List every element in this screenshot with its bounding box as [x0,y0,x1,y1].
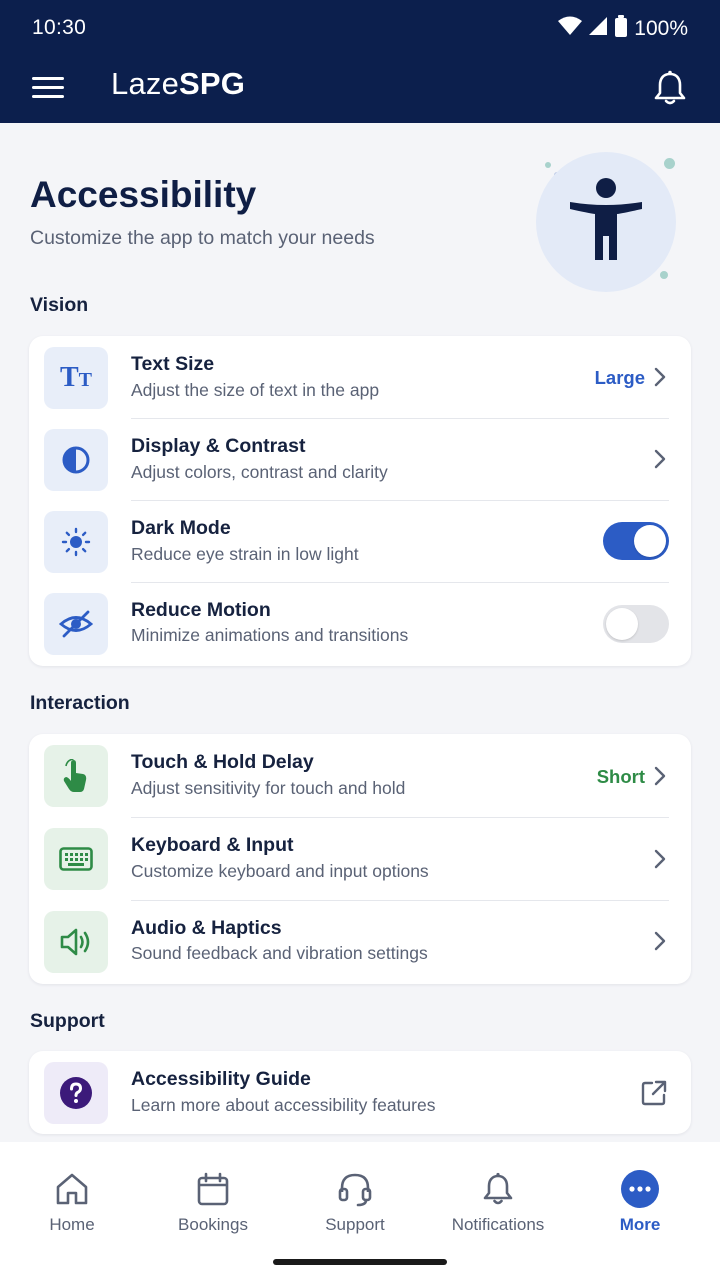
chevron-right-icon [654,849,666,869]
more-icon [621,1170,659,1208]
reduce-motion-toggle[interactable] [603,605,669,643]
nav-label: More [619,1215,661,1234]
interaction-card: Touch & Hold Delay Adjust sensitivity fo… [29,734,691,984]
speaker-icon [44,911,108,973]
sun-icon [44,511,108,573]
setting-description: Adjust colors, contrast and clarity [131,462,388,482]
nav-label: Support [325,1215,385,1234]
accessibility-illustration [536,152,676,292]
setting-description: Sound feedback and vibration settings [131,943,428,963]
headset-icon [336,1170,374,1208]
notifications-button[interactable] [650,68,690,108]
app-bar: LazeSPG [0,54,720,123]
contrast-icon [44,429,108,491]
menu-button[interactable] [30,72,66,104]
section-label-interaction: Interaction [30,692,130,714]
top-bar: 10:30 100% LazeSPG [0,0,720,123]
setting-description: Minimize animations and transitions [131,625,409,645]
brand-logo: LazeSPG [111,66,246,101]
bell-icon [479,1170,517,1208]
setting-title: Reduce Motion [131,599,271,621]
accessibility-person-icon [570,178,642,260]
page-title: Accessibility [30,174,257,215]
setting-title: Accessibility Guide [131,1068,311,1090]
battery-percent: 100% [634,17,688,40]
vision-card: TT Text Size Adjust the size of text in … [29,336,691,666]
setting-accessibility-guide[interactable]: Accessibility Guide Learn more about acc… [29,1051,691,1134]
setting-title: Text Size [131,353,215,375]
toggle-knob [606,608,638,640]
setting-title: Dark Mode [131,517,231,539]
status-bar: 10:30 100% [0,0,720,54]
calendar-icon [194,1170,232,1208]
bell-icon [654,70,686,105]
nav-label: Notifications [451,1215,545,1234]
nav-home[interactable]: Home [0,1142,144,1252]
setting-touch-hold-delay[interactable]: Touch & Hold Delay Adjust sensitivity fo… [29,734,691,817]
setting-keyboard-input[interactable]: Keyboard & Input Customize keyboard and … [29,817,691,900]
home-indicator[interactable] [273,1259,447,1265]
setting-description: Adjust the size of text in the app [131,380,380,400]
section-label-support: Support [30,1010,105,1032]
support-card: Accessibility Guide Learn more about acc… [29,1051,691,1134]
battery-icon [614,15,628,43]
chevron-right-icon [654,449,666,469]
setting-description: Reduce eye strain in low light [131,544,359,564]
chevron-right-icon [654,931,666,951]
nav-support[interactable]: Support [283,1142,427,1252]
home-icon [53,1170,91,1208]
dark-mode-toggle[interactable] [603,522,669,560]
status-time: 10:30 [32,16,87,39]
setting-title: Display & Contrast [131,435,306,457]
keyboard-icon [44,828,108,890]
section-label-vision: Vision [30,294,89,316]
setting-title: Audio & Haptics [131,917,282,939]
touch-icon [44,745,108,807]
toggle-knob [634,525,666,557]
nav-bookings[interactable]: Bookings [141,1142,285,1252]
setting-audio-haptics[interactable]: Audio & Haptics Sound feedback and vibra… [29,900,691,984]
setting-reduce-motion: Reduce Motion Minimize animations and tr… [29,582,691,666]
setting-title: Keyboard & Input [131,834,294,856]
chevron-right-icon [654,766,666,786]
setting-description: Adjust sensitivity for touch and hold [131,778,406,798]
setting-text-size[interactable]: TT Text Size Adjust the size of text in … [29,336,691,418]
text-size-icon: TT [44,347,108,409]
nav-label: Home [49,1215,95,1234]
wifi-icon [558,16,583,42]
setting-dark-mode: Dark Mode Reduce eye strain in low light [29,500,691,582]
status-icons: 100% [558,15,688,43]
nav-notifications[interactable]: Notifications [426,1142,570,1252]
chevron-right-icon [654,367,666,387]
setting-title: Touch & Hold Delay [131,751,314,773]
setting-description: Learn more about accessibility features [131,1095,436,1115]
help-icon [44,1062,108,1124]
setting-value: Short [596,766,645,787]
hamburger-icon [32,77,64,98]
eye-off-icon [44,593,108,655]
nav-more[interactable]: More [568,1142,712,1252]
signal-icon [588,16,608,42]
setting-display-contrast[interactable]: Display & Contrast Adjust colors, contra… [29,418,691,500]
setting-description: Customize keyboard and input options [131,861,429,881]
nav-label: Bookings [178,1215,248,1234]
page-subtitle: Customize the app to match your needs [30,227,375,249]
setting-value: Large [594,367,645,388]
external-link-icon [641,1080,667,1106]
